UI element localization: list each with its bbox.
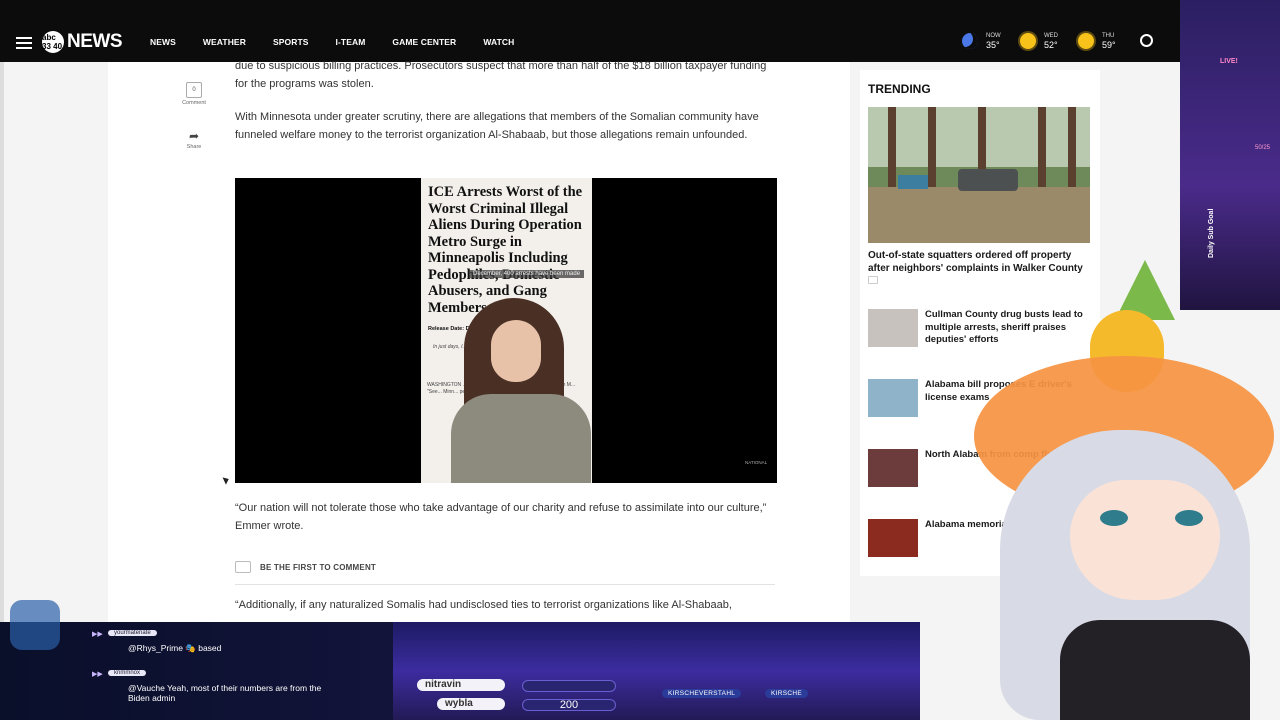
weather-now[interactable]: NOW 35°: [962, 32, 1020, 50]
article-paragraph: “Our nation will not tolerate those who …: [235, 502, 767, 532]
nav-watch[interactable]: WATCH: [483, 37, 514, 47]
weather-day: THU: [1102, 33, 1115, 39]
article-paragraph: With Minnesota under greater scrutiny, t…: [235, 111, 759, 141]
logo-badge: abc 33 40: [42, 31, 64, 53]
comment-cta-label: BE THE FIRST TO COMMENT: [260, 562, 377, 572]
presenter-image: [439, 298, 591, 483]
site-logo[interactable]: abc 33 40 NEWS: [42, 31, 123, 53]
share-icon[interactable]: ➦: [187, 130, 201, 142]
comment-icon: [868, 276, 878, 285]
comment-icon: [235, 561, 251, 573]
share-column: 0 Comment ➦ Share: [180, 82, 208, 150]
nav-links: NEWS WEATHER SPORTS I-TEAM GAME CENTER W…: [150, 37, 541, 47]
weather-day: WED: [1044, 33, 1058, 39]
nav-i-team[interactable]: I-TEAM: [336, 37, 366, 47]
nav-game-center[interactable]: GAME CENTER: [392, 37, 456, 47]
share-label[interactable]: Share: [180, 144, 208, 150]
comment-cta[interactable]: BE THE FIRST TO COMMENT: [235, 561, 376, 573]
divider: [235, 584, 775, 585]
play-icon: ▶▶: [92, 631, 103, 638]
weather-temp: 59°: [1102, 40, 1116, 50]
chat-username: yourmatenate: [108, 630, 157, 636]
sun-icon: [1020, 33, 1036, 49]
video-watermark: NATIONAL: [745, 460, 768, 465]
social-twitch: KIRSCHE: [765, 689, 808, 698]
chat-message: @Vauche Yeah, most of their numbers are …: [128, 683, 322, 703]
live-badge: LIVE!: [1220, 58, 1238, 65]
trending-lead-image[interactable]: [868, 107, 1090, 243]
sun-icon: [1078, 33, 1094, 49]
comment-count-icon[interactable]: 0: [186, 82, 202, 98]
overlay-name-pill: wybla: [437, 698, 505, 710]
chat-message: @Rhys_Prime 🎭 based: [128, 643, 222, 653]
logo-text: NEWS: [67, 31, 123, 52]
menu-icon[interactable]: [16, 37, 32, 49]
weather-wed[interactable]: WED 52°: [1020, 32, 1078, 50]
article-paragraph: “Additionally, if any naturalized Somali…: [235, 599, 732, 611]
trending-title: TRENDING: [868, 82, 931, 96]
video-frame[interactable]: ICE Arrests Worst of the Worst Criminal …: [421, 178, 592, 483]
goal-label: Daily Sub Goal: [1208, 208, 1215, 258]
nav-news[interactable]: NEWS: [150, 37, 176, 47]
trending-thumb: [868, 379, 918, 417]
comment-label[interactable]: Comment: [180, 100, 208, 106]
trending-thumb: [868, 519, 918, 557]
vtuber-avatar: [960, 260, 1280, 720]
video-headline: ICE Arrests Worst of the Worst Criminal …: [428, 184, 583, 316]
play-icon: ▶▶: [92, 671, 103, 678]
overlay-value-slot: [522, 680, 616, 692]
site-header: abc 33 40 NEWS NEWS WEATHER SPORTS I-TEA…: [0, 0, 1280, 62]
overlay-value-slot: 200: [522, 699, 616, 711]
page-gutter: [0, 62, 4, 622]
social-twitter: KIRSCHEVERSTAHL: [662, 689, 742, 698]
nav-bar: abc 33 40 NEWS NEWS WEATHER SPORTS I-TEA…: [0, 29, 1280, 57]
weather-thu[interactable]: THU 59°: [1078, 32, 1136, 50]
chat-mascot-icon: [10, 600, 60, 650]
article-paragraph: due to suspicious billing practices. Pro…: [235, 60, 767, 90]
weather-temp: 35°: [986, 40, 1000, 50]
weather-temp: 52°: [1044, 40, 1058, 50]
overlay-name-pill: nitravin: [417, 679, 505, 691]
nav-sports[interactable]: SPORTS: [273, 37, 309, 47]
goal-count: 50/25: [1255, 145, 1271, 151]
trending-thumb: [868, 449, 918, 487]
trending-thumb: [868, 309, 918, 347]
nav-weather[interactable]: WEATHER: [203, 37, 246, 47]
weather-day: NOW: [986, 33, 1001, 39]
search-icon[interactable]: [1140, 34, 1153, 47]
weather-strip[interactable]: NOW 35° WED 52° THU 59°: [962, 32, 1136, 50]
video-caption: December, 400 arrests have been made: [469, 270, 585, 278]
chat-username: krimmnox: [108, 670, 147, 676]
moon-icon: [962, 33, 978, 49]
